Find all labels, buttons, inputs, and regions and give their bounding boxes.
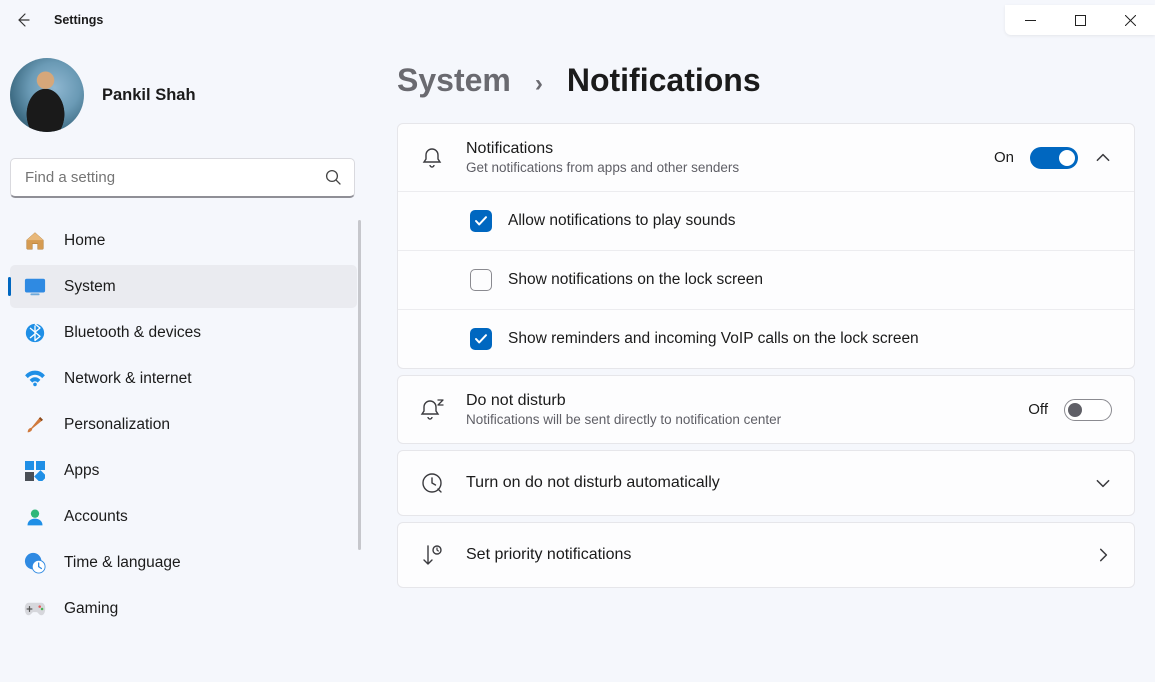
notif-option-row[interactable]: Allow notifications to play sounds: [398, 191, 1134, 250]
nav-item-system[interactable]: System: [10, 265, 357, 308]
search-field[interactable]: [10, 158, 355, 198]
breadcrumb: System › Notifications: [397, 62, 1135, 99]
nav: Home System Bluetooth & devices Network …: [8, 216, 365, 682]
notifications-subtitle: Get notifications from apps and other se…: [466, 160, 994, 175]
clock-icon: [420, 471, 444, 495]
apps-icon: [24, 460, 46, 482]
system-icon: [24, 276, 46, 298]
arrow-left-icon: [15, 12, 31, 28]
dnd-title: Do not disturb: [466, 392, 1028, 410]
back-button[interactable]: [14, 11, 32, 29]
bluetooth-icon: [24, 322, 46, 344]
app-title: Settings: [54, 13, 103, 27]
maximize-button[interactable]: [1055, 5, 1105, 35]
chevron-right-icon: ›: [535, 70, 543, 98]
dnd-card: Do not disturb Notifications will be sen…: [397, 375, 1135, 444]
nav-item-network[interactable]: Network & internet: [10, 357, 357, 400]
gamepad-icon: [24, 598, 46, 620]
nav-item-gaming[interactable]: Gaming: [10, 587, 357, 630]
nav-label: Home: [64, 232, 105, 250]
dnd-subtitle: Notifications will be sent directly to n…: [466, 412, 1028, 427]
user-name: Pankil Shah: [102, 86, 196, 105]
maximize-icon: [1075, 15, 1086, 26]
dnd-auto-title: Turn on do not disturb automatically: [466, 474, 1094, 492]
titlebar: Settings: [0, 0, 1155, 40]
window-controls: [1005, 5, 1155, 35]
sidebar: Pankil Shah Home System: [0, 40, 365, 682]
paintbrush-icon: [24, 414, 46, 436]
nav-label: Bluetooth & devices: [64, 324, 201, 342]
checkbox-allow-sounds[interactable]: [470, 210, 492, 232]
chevron-down-icon: [1094, 474, 1112, 492]
scrollbar[interactable]: [358, 220, 361, 550]
notifications-state-label: On: [994, 149, 1014, 166]
nav-item-bluetooth[interactable]: Bluetooth & devices: [10, 311, 357, 354]
nav-item-accounts[interactable]: Accounts: [10, 495, 357, 538]
priority-icon: [420, 543, 444, 567]
dnd-auto-card[interactable]: Turn on do not disturb automatically: [397, 450, 1135, 516]
notif-option-row[interactable]: Show reminders and incoming VoIP calls o…: [398, 309, 1134, 368]
avatar: [10, 58, 84, 132]
notif-option-label: Show notifications on the lock screen: [508, 271, 763, 289]
home-icon: [24, 230, 46, 252]
notifications-header-row[interactable]: Notifications Get notifications from app…: [398, 124, 1134, 191]
chevron-right-icon: [1094, 546, 1112, 564]
content: System › Notifications Notifications Get…: [365, 40, 1155, 682]
dnd-row[interactable]: Do not disturb Notifications will be sen…: [398, 376, 1134, 443]
nav-label: System: [64, 278, 116, 296]
page-title: Notifications: [567, 62, 761, 99]
priority-title: Set priority notifications: [466, 546, 1094, 564]
checkbox-lock-screen[interactable]: [470, 269, 492, 291]
nav-item-home[interactable]: Home: [10, 219, 357, 262]
nav-label: Accounts: [64, 508, 128, 526]
bell-snooze-icon: [420, 398, 446, 422]
person-icon: [24, 506, 46, 528]
dnd-state-label: Off: [1028, 401, 1048, 418]
search-input[interactable]: [23, 168, 325, 187]
bell-icon: [420, 146, 444, 170]
notif-option-row[interactable]: Show notifications on the lock screen: [398, 250, 1134, 309]
priority-card[interactable]: Set priority notifications: [397, 522, 1135, 588]
wifi-icon: [24, 368, 46, 390]
search-icon: [325, 169, 342, 186]
chevron-up-icon[interactable]: [1094, 149, 1112, 167]
profile[interactable]: Pankil Shah: [8, 40, 365, 146]
notifications-card: Notifications Get notifications from app…: [397, 123, 1135, 369]
nav-item-apps[interactable]: Apps: [10, 449, 357, 492]
dnd-toggle[interactable]: [1064, 399, 1112, 421]
nav-item-personalization[interactable]: Personalization: [10, 403, 357, 446]
nav-label: Gaming: [64, 600, 118, 618]
checkbox-reminders-voip[interactable]: [470, 328, 492, 350]
nav-label: Personalization: [64, 416, 170, 434]
close-icon: [1125, 15, 1136, 26]
minimize-icon: [1025, 15, 1036, 26]
clock-globe-icon: [24, 552, 46, 574]
nav-label: Network & internet: [64, 370, 192, 388]
nav-item-time[interactable]: Time & language: [10, 541, 357, 584]
breadcrumb-parent[interactable]: System: [397, 62, 511, 99]
notifications-title: Notifications: [466, 140, 994, 158]
close-button[interactable]: [1105, 5, 1155, 35]
notifications-toggle[interactable]: [1030, 147, 1078, 169]
minimize-button[interactable]: [1005, 5, 1055, 35]
notif-option-label: Allow notifications to play sounds: [508, 212, 735, 230]
nav-label: Time & language: [64, 554, 181, 572]
notif-option-label: Show reminders and incoming VoIP calls o…: [508, 330, 919, 348]
nav-label: Apps: [64, 462, 99, 480]
